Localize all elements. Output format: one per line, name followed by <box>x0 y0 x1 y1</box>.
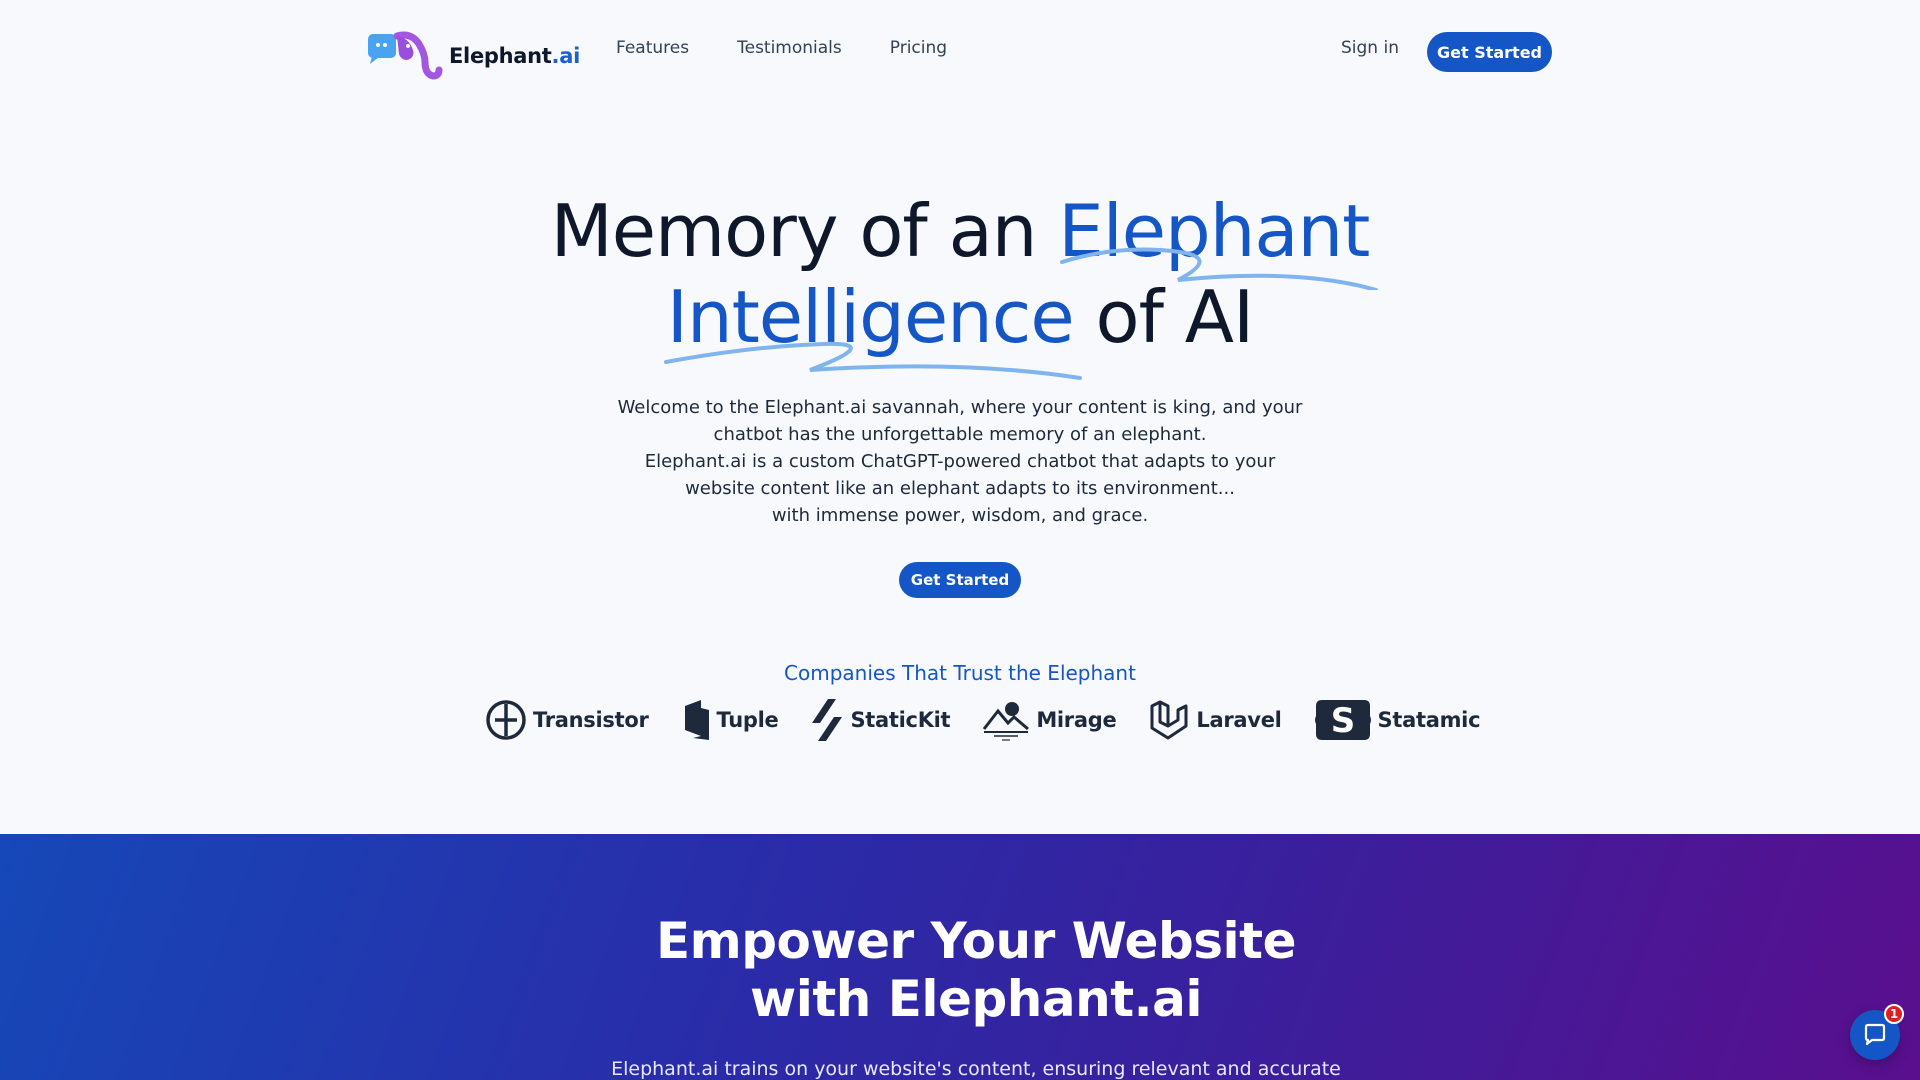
company-logo-laravel: Laravel <box>1148 698 1282 742</box>
company-logo-statickit: StaticKit <box>810 697 951 743</box>
nav-get-started-button[interactable]: Get Started <box>1427 32 1552 72</box>
chat-bubble-icon <box>1864 1023 1886 1046</box>
hero-title-line2: Intelligence of AI <box>666 275 1255 359</box>
nav-link-features[interactable]: Features <box>616 38 689 58</box>
hero-get-started-button[interactable]: Get Started <box>899 562 1021 598</box>
svg-text:S: S <box>1330 701 1355 741</box>
brand-name: Elephant.ai <box>449 44 580 68</box>
brand-logo[interactable]: Elephant.ai <box>367 30 580 82</box>
laravel-icon <box>1150 700 1188 740</box>
hero-title: Memory of an Elephant Intelligence of AI <box>0 188 1920 360</box>
company-logo-mirage: Mirage <box>982 699 1117 741</box>
hero-title-line1: Memory of an Elephant <box>550 189 1371 273</box>
company-logos: Transistor Tuple StaticKit Mirage Larave… <box>485 696 1481 744</box>
mirage-icon <box>983 702 1030 741</box>
hero-description: Welcome to the Elephant.ai savannah, whe… <box>560 394 1360 529</box>
hero-description-line: website content like an elephant adapts … <box>685 478 1235 499</box>
elephant-logo-icon <box>368 31 443 80</box>
company-logo-statamic: S Statamic <box>1314 696 1481 744</box>
features-band: Empower Your Website with Elephant.ai El… <box>0 834 1920 1080</box>
hero-description-line: Welcome to the Elephant.ai savannah, whe… <box>617 397 1303 418</box>
company-logo-tuple: Tuple <box>681 698 779 742</box>
trust-title: Companies That Trust the Elephant <box>784 661 1136 685</box>
sign-in-link[interactable]: Sign in <box>1341 38 1399 58</box>
hero-description-line: chatbot has the unforgettable memory of … <box>713 424 1207 445</box>
top-navigation: Elephant.ai Features Testimonials Pricin… <box>0 0 1920 104</box>
band-title-line2: with Elephant.ai <box>750 970 1202 1028</box>
statamic-icon: S <box>1314 700 1371 741</box>
company-logo-transistor: Transistor <box>485 699 649 741</box>
tuple-icon <box>684 700 709 740</box>
nav-link-pricing[interactable]: Pricing <box>890 38 947 58</box>
statickit-icon <box>812 699 843 741</box>
hero-description-line: Elephant.ai is a custom ChatGPT-powered … <box>644 451 1276 472</box>
nav-links: Features Testimonials Pricing <box>616 38 947 58</box>
nav-link-testimonials[interactable]: Testimonials <box>737 38 842 58</box>
band-subtitle: Elephant.ai trains on your website's con… <box>611 1058 1341 1080</box>
hero-description-line: with immense power, wisdom, and grace. <box>771 505 1149 526</box>
band-title: Empower Your Website with Elephant.ai <box>0 912 1920 1028</box>
band-title-line1: Empower Your Website <box>656 912 1296 970</box>
chat-notification-badge: 1 <box>1884 1004 1904 1024</box>
transistor-icon <box>486 700 526 740</box>
